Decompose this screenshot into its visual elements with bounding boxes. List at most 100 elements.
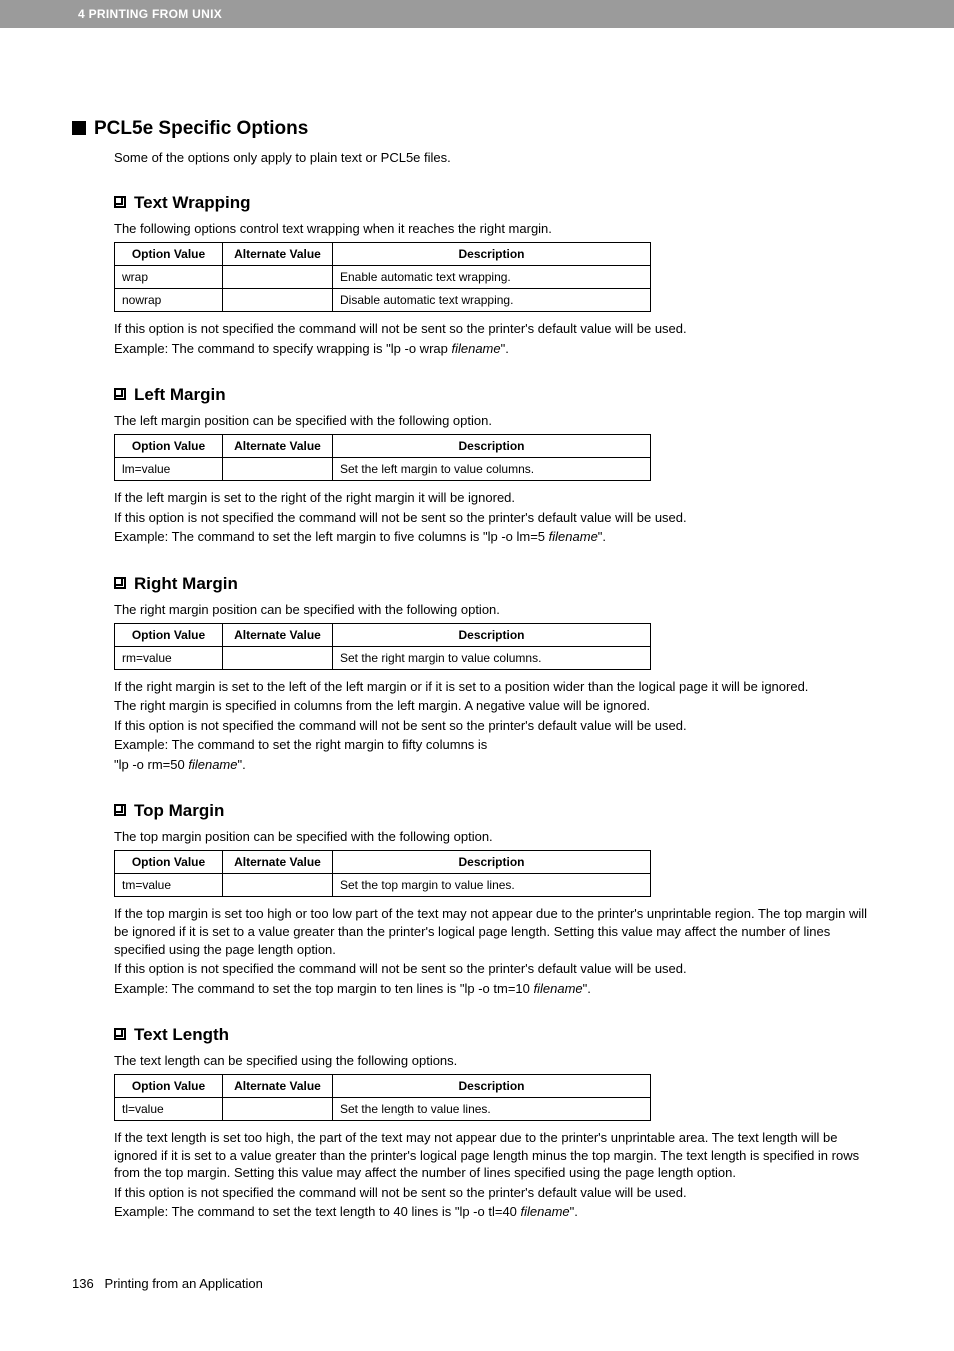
subsection-text-wrapping: Text Wrapping The following options cont… <box>114 193 882 357</box>
note-text: If this option is not specified the comm… <box>114 509 882 527</box>
note-text: If this option is not specified the comm… <box>114 960 882 978</box>
sub-title-text: Text Wrapping <box>134 193 251 212</box>
th-option: Option Value <box>115 435 223 458</box>
subsection-right-margin: Right Margin The right margin position c… <box>114 574 882 774</box>
table-row: tm=value Set the top margin to value lin… <box>115 874 651 897</box>
subsection-desc: The right margin position can be specifi… <box>114 602 882 617</box>
th-option: Option Value <box>115 851 223 874</box>
outline-square-icon <box>114 388 126 400</box>
subsection-left-margin: Left Margin The left margin position can… <box>114 385 882 546</box>
cell-alternate <box>223 266 333 289</box>
th-alternate: Alternate Value <box>223 243 333 266</box>
th-alternate: Alternate Value <box>223 1075 333 1098</box>
note-text: If this option is not specified the comm… <box>114 320 882 338</box>
table-row: nowrap Disable automatic text wrapping. <box>115 289 651 312</box>
cell-alternate <box>223 1098 333 1121</box>
outline-square-icon <box>114 1028 126 1040</box>
page-footer: 136 Printing from an Application <box>72 1276 263 1291</box>
sub-title-text: Top Margin <box>134 801 224 820</box>
table-header-row: Option Value Alternate Value Description <box>115 623 651 646</box>
sub-title-text: Right Margin <box>134 574 238 593</box>
note-text: Example: The command to set the right ma… <box>114 736 882 754</box>
cell-option: lm=value <box>115 458 223 481</box>
note-text: Example: The command to set the left mar… <box>114 528 882 546</box>
note-text: If this option is not specified the comm… <box>114 1184 882 1202</box>
subsection-title: Top Margin <box>114 801 882 821</box>
table-row: tl=value Set the length to value lines. <box>115 1098 651 1121</box>
cell-alternate <box>223 874 333 897</box>
sub-title-text: Text Length <box>134 1025 229 1044</box>
note-text: Example: The command to set the top marg… <box>114 980 882 998</box>
cell-description: Disable automatic text wrapping. <box>333 289 651 312</box>
intro-text: Some of the options only apply to plain … <box>114 150 882 165</box>
cell-description: Set the right margin to value columns. <box>333 646 651 669</box>
subsection-top-margin: Top Margin The top margin position can b… <box>114 801 882 997</box>
th-option: Option Value <box>115 243 223 266</box>
page-content: PCL5e Specific Options Some of the optio… <box>0 28 954 1221</box>
cell-option: tl=value <box>115 1098 223 1121</box>
options-table: Option Value Alternate Value Description… <box>114 623 651 670</box>
table-header-row: Option Value Alternate Value Description <box>115 435 651 458</box>
cell-description: Enable automatic text wrapping. <box>333 266 651 289</box>
th-option: Option Value <box>115 1075 223 1098</box>
th-description: Description <box>333 623 651 646</box>
options-table: Option Value Alternate Value Description… <box>114 434 651 481</box>
sub-title-text: Left Margin <box>134 385 226 404</box>
square-bullet-icon <box>72 121 86 135</box>
options-table: Option Value Alternate Value Description… <box>114 242 651 312</box>
header-bar: 4 PRINTING FROM UNIX <box>0 0 954 28</box>
outline-square-icon <box>114 577 126 589</box>
table-row: wrap Enable automatic text wrapping. <box>115 266 651 289</box>
subsection-title: Text Wrapping <box>114 193 882 213</box>
section-title: PCL5e Specific Options <box>72 118 882 140</box>
note-text: Example: The command to set the text len… <box>114 1203 882 1221</box>
note-text: If this option is not specified the comm… <box>114 717 882 735</box>
subsection-title: Right Margin <box>114 574 882 594</box>
cell-option: rm=value <box>115 646 223 669</box>
subsection-text-length: Text Length The text length can be speci… <box>114 1025 882 1221</box>
options-table: Option Value Alternate Value Description… <box>114 850 651 897</box>
th-description: Description <box>333 435 651 458</box>
note-text: If the right margin is set to the left o… <box>114 678 882 696</box>
th-alternate: Alternate Value <box>223 623 333 646</box>
cell-option: wrap <box>115 266 223 289</box>
cell-alternate <box>223 646 333 669</box>
note-text: If the top margin is set too high or too… <box>114 905 882 958</box>
note-text: If the left margin is set to the right o… <box>114 489 882 507</box>
th-alternate: Alternate Value <box>223 435 333 458</box>
th-description: Description <box>333 851 651 874</box>
note-text: "lp -o rm=50 filename". <box>114 756 882 774</box>
title-text: PCL5e Specific Options <box>94 118 308 139</box>
table-header-row: Option Value Alternate Value Description <box>115 1075 651 1098</box>
cell-option: nowrap <box>115 289 223 312</box>
note-text: Example: The command to specify wrapping… <box>114 340 882 358</box>
th-description: Description <box>333 243 651 266</box>
note-text: The right margin is specified in columns… <box>114 697 882 715</box>
th-alternate: Alternate Value <box>223 851 333 874</box>
th-description: Description <box>333 1075 651 1098</box>
subsection-title: Left Margin <box>114 385 882 405</box>
table-header-row: Option Value Alternate Value Description <box>115 851 651 874</box>
note-text: If the text length is set too high, the … <box>114 1129 882 1182</box>
options-table: Option Value Alternate Value Description… <box>114 1074 651 1121</box>
cell-alternate <box>223 289 333 312</box>
subsection-desc: The text length can be specified using t… <box>114 1053 882 1068</box>
page-number: 136 <box>72 1276 94 1291</box>
breadcrumb: 4 PRINTING FROM UNIX <box>78 7 222 21</box>
cell-description: Set the top margin to value lines. <box>333 874 651 897</box>
th-option: Option Value <box>115 623 223 646</box>
subsection-desc: The top margin position can be specified… <box>114 829 882 844</box>
cell-description: Set the length to value lines. <box>333 1098 651 1121</box>
cell-alternate <box>223 458 333 481</box>
subsection-title: Text Length <box>114 1025 882 1045</box>
outline-square-icon <box>114 804 126 816</box>
table-row: rm=value Set the right margin to value c… <box>115 646 651 669</box>
cell-description: Set the left margin to value columns. <box>333 458 651 481</box>
subsection-desc: The left margin position can be specifie… <box>114 413 882 428</box>
cell-option: tm=value <box>115 874 223 897</box>
outline-square-icon <box>114 196 126 208</box>
footer-label: Printing from an Application <box>105 1276 263 1291</box>
table-row: lm=value Set the left margin to value co… <box>115 458 651 481</box>
table-header-row: Option Value Alternate Value Description <box>115 243 651 266</box>
subsection-desc: The following options control text wrapp… <box>114 221 882 236</box>
